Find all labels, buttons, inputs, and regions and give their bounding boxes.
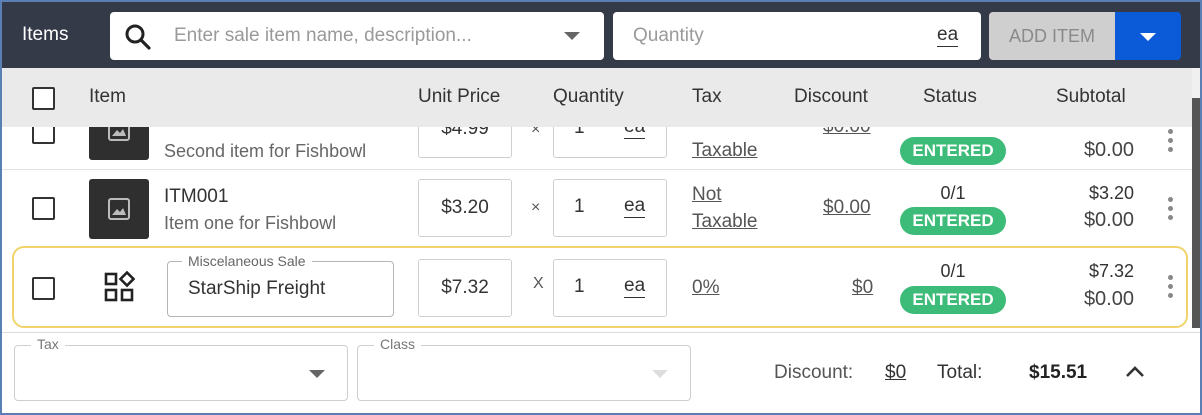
unit-price-input[interactable]: $3.20 (418, 179, 512, 237)
chevron-down-icon (652, 370, 668, 378)
unit-price-input[interactable]: $7.32 (418, 259, 512, 317)
quantity-placeholder: Quantity (633, 25, 704, 46)
tax-link-line1[interactable]: Not (692, 184, 722, 206)
tax-link-line2[interactable]: Taxable (692, 211, 758, 233)
tax-select-label: Tax (31, 336, 65, 352)
image-icon (108, 127, 130, 141)
footer-discount-label: Discount: (774, 362, 854, 383)
row-menu-icon[interactable] (1168, 275, 1174, 302)
item-thumbnail (89, 127, 149, 160)
unit-select[interactable]: ea (624, 195, 646, 218)
item-name: ITM001 (164, 186, 229, 207)
status-badge: ENTERED (900, 137, 1006, 165)
row-subtotal: $0.00 (1083, 288, 1134, 310)
quantity-stepper[interactable]: 1 ea (553, 127, 667, 158)
panel-title: Items (22, 24, 69, 45)
discount-link[interactable]: $0.00 (823, 197, 871, 219)
item-thumbnail (89, 179, 149, 239)
status-fraction: 0/1 (940, 261, 966, 281)
footer-total-label: Total: (937, 362, 983, 383)
item-search-field[interactable]: Enter sale item name, description... (110, 12, 604, 60)
tax-select[interactable]: Tax (14, 336, 348, 401)
quantity-unit-select[interactable]: ea (937, 24, 959, 47)
chevron-down-icon (1140, 33, 1156, 41)
row-checkbox[interactable] (32, 277, 55, 300)
quantity-value: 1 (574, 127, 585, 138)
items-footer: Tax Class Discount: $0 Total: $15.51 (2, 332, 1200, 413)
table-header: Item Unit Price Quantity Tax Discount St… (2, 68, 1192, 127)
multiply-sign: X (533, 275, 544, 292)
select-all-checkbox[interactable] (32, 87, 55, 110)
status-badge: ENTERED (900, 286, 1006, 314)
multiply-sign: × (531, 199, 541, 216)
scrollbar-thumb[interactable] (1192, 98, 1200, 328)
search-dropdown-icon[interactable] (564, 32, 580, 40)
row-line-total: $7.32 (1088, 261, 1134, 281)
column-header-tax: Tax (692, 86, 722, 107)
column-header-status: Status (923, 86, 977, 107)
tax-link[interactable]: 0% (692, 277, 719, 299)
collapse-chevron-up-icon[interactable] (1124, 363, 1146, 384)
quantity-value: 1 (574, 276, 585, 297)
row-menu-icon[interactable] (1168, 129, 1174, 156)
search-icon (124, 23, 152, 56)
class-select-label: Class (374, 336, 422, 352)
multiply-sign: × (531, 127, 541, 138)
column-header-item: Item (89, 86, 126, 107)
add-item-dropdown-button[interactable] (1115, 12, 1181, 60)
row-menu-icon[interactable] (1168, 197, 1174, 224)
unit-price-input[interactable]: $4.99 (418, 127, 512, 158)
item-description: Second item for Fishbowl (164, 141, 367, 161)
chevron-down-icon (309, 370, 325, 378)
search-placeholder: Enter sale item name, description... (174, 25, 472, 46)
column-header-discount: Discount (794, 86, 868, 107)
status-badge: ENTERED (900, 207, 1006, 235)
discount-link[interactable]: $0 (852, 277, 873, 299)
tax-link[interactable]: Taxable (692, 140, 758, 162)
items-panel: Items Enter sale item name, description.… (0, 0, 1202, 415)
category-icon (103, 270, 136, 308)
row-line-total: $3.20 (1088, 183, 1134, 203)
class-select[interactable]: Class (357, 336, 691, 401)
row-checkbox[interactable] (32, 127, 55, 144)
row-checkbox[interactable] (32, 197, 55, 220)
misc-sale-label: Miscelaneous Sale (182, 253, 312, 269)
item-description: Item one for Fishbowl (164, 213, 337, 233)
row-subtotal: $0.00 (1083, 209, 1134, 231)
column-header-unit-price: Unit Price (418, 86, 501, 107)
unit-select[interactable]: ea (624, 275, 646, 298)
status-fraction: 0/1 (940, 183, 966, 203)
items-toolbar: Items Enter sale item name, description.… (2, 2, 1200, 68)
misc-sale-name-field[interactable]: Miscelaneous Sale StarShip Freight (167, 253, 394, 317)
image-icon (108, 198, 130, 220)
row-subtotal: $0.00 (1083, 139, 1134, 161)
table-scrollbar[interactable] (1192, 68, 1200, 328)
add-item-button[interactable]: ADD ITEM (989, 12, 1115, 60)
misc-sale-value: StarShip Freight (188, 278, 326, 299)
item-rows: Second item for Fishbowl $4.99 × 1 ea Ta… (2, 127, 1192, 332)
discount-link[interactable]: $0.00 (823, 127, 871, 138)
quantity-input[interactable]: Quantity ea (613, 12, 981, 60)
footer-total-value: $15.51 (1029, 362, 1088, 383)
quantity-stepper[interactable]: 1 ea (553, 259, 667, 317)
footer-discount-link[interactable]: $0 (885, 362, 906, 384)
quantity-value: 1 (574, 196, 585, 217)
row-divider (2, 169, 1192, 170)
unit-select[interactable]: ea (624, 127, 646, 139)
column-header-subtotal: Subtotal (1056, 86, 1126, 107)
column-header-quantity: Quantity (553, 86, 624, 107)
quantity-stepper[interactable]: 1 ea (553, 179, 667, 237)
